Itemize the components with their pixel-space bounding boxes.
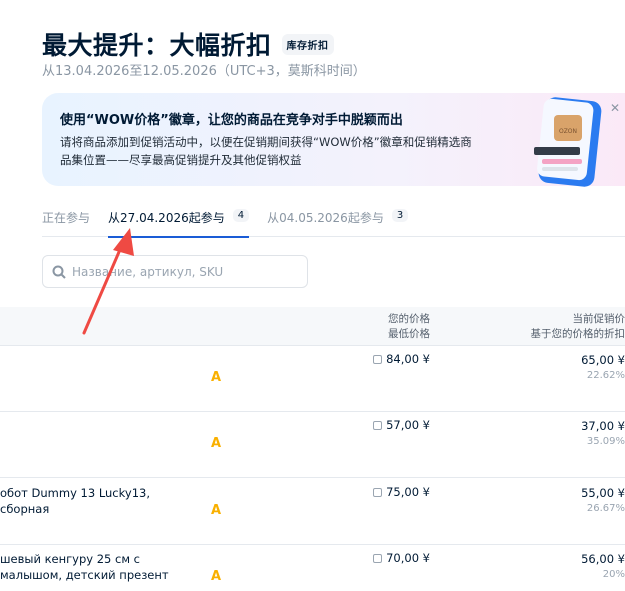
discount-percent: 20% <box>602 569 625 580</box>
tab-label: 从27.04.2026起参与 <box>108 211 225 225</box>
grade-badge: A <box>211 503 222 518</box>
tab-count: 3 <box>391 209 409 222</box>
external-link-icon[interactable] <box>373 553 383 563</box>
search-box <box>42 255 308 288</box>
promo-value: 65,00 ¥ <box>581 353 625 367</box>
grade-badge: A <box>211 370 222 385</box>
page-title: 最大提升：大幅折扣 库存折扣 <box>42 26 334 62</box>
your-price: 84,00 ¥ <box>373 352 430 366</box>
promo-price: 65,00 ¥ 22.62% <box>581 352 625 384</box>
grade-badge: A <box>211 436 222 451</box>
price-value: 84,00 ¥ <box>386 352 430 366</box>
tab-from-04-05[interactable]: 从04.05.2026起参与 3 <box>267 209 426 237</box>
ozon-logo: OZON <box>559 128 577 135</box>
external-link-icon[interactable] <box>373 354 383 364</box>
tab-from-27-04[interactable]: 从27.04.2026起参与 4 <box>108 209 267 238</box>
discount-percent: 22.62% <box>586 370 625 381</box>
product-name[interactable]: шевый кенгуру 25 см с малышом, детский п… <box>0 551 190 583</box>
tab-bar: 正在参与 从27.04.2026起参与 4 从04.05.2026起参与 3 <box>42 209 625 238</box>
date-range: 从13.04.2026至12.05.2026（UTC+3，莫斯科时间） <box>42 64 366 79</box>
price-value: 57,00 ¥ <box>386 418 430 432</box>
external-link-icon[interactable] <box>373 420 383 430</box>
promo-type-badge: 库存折扣 <box>281 33 334 55</box>
col-promo-price[interactable]: 当前促销价 <box>531 312 625 327</box>
your-price: 70,00 ¥ <box>373 551 430 565</box>
close-banner-icon[interactable]: ✕ <box>610 101 620 115</box>
table-row: обот Dummy 13 Lucky13, сборная A 75,00 ¥… <box>0 479 625 545</box>
table-row: A 57,00 ¥ 37,00 ¥ 35.09% <box>0 412 625 478</box>
title-text: 最大提升：大幅折扣 <box>42 31 272 60</box>
col-discount: 基于您的价格的折扣 <box>530 328 625 340</box>
discount-percent: 26.67% <box>586 503 625 514</box>
search-input[interactable] <box>72 264 292 279</box>
promo-value: 37,00 ¥ <box>581 419 625 433</box>
col-your-price[interactable]: 您的价格 <box>388 312 430 327</box>
promo-price: 37,00 ¥ 35.09% <box>581 418 625 450</box>
discount-percent: 35.09% <box>586 436 625 447</box>
your-price: 75,00 ¥ <box>373 485 430 499</box>
external-link-icon[interactable] <box>373 487 383 497</box>
search-icon <box>52 265 66 279</box>
price-value: 75,00 ¥ <box>386 485 430 499</box>
price-value: 70,00 ¥ <box>386 551 430 565</box>
your-price: 57,00 ¥ <box>373 418 430 432</box>
promo-price: 55,00 ¥ 26.67% <box>581 485 625 517</box>
table-row: шевый кенгуру 25 см с малышом, детский п… <box>0 545 625 591</box>
tab-participating[interactable]: 正在参与 <box>42 209 108 237</box>
tab-label: 正在参与 <box>42 211 91 225</box>
promo-value: 56,00 ¥ <box>581 552 625 566</box>
table-row: A 84,00 ¥ 65,00 ¥ 22.62% <box>0 346 625 412</box>
phone-promo-illustration: OZON <box>534 97 602 187</box>
table-header: 您的价格 最低价格 当前促销价 基于您的价格的折扣 <box>0 307 625 346</box>
product-name[interactable]: обот Dummy 13 Lucky13, сборная <box>0 485 190 517</box>
banner-text: 请将商品添加到促销活动中，以便在促销期间获得“WOW价格”徽章和促销精选商品集位… <box>60 135 472 167</box>
grade-badge: A <box>211 569 222 584</box>
banner-title: 使用“WOW价格”徽章，让您的商品在竞争对手中脱颖而出 <box>60 113 403 128</box>
tab-label: 从04.05.2026起参与 <box>267 211 384 225</box>
promo-value: 55,00 ¥ <box>581 486 625 500</box>
tab-count: 4 <box>232 209 250 222</box>
promo-price: 56,00 ¥ 20% <box>581 551 625 583</box>
col-min-price: 最低价格 <box>388 328 430 340</box>
wow-price-banner: 使用“WOW价格”徽章，让您的商品在竞争对手中脱颖而出 请将商品添加到促销活动中… <box>42 93 625 187</box>
